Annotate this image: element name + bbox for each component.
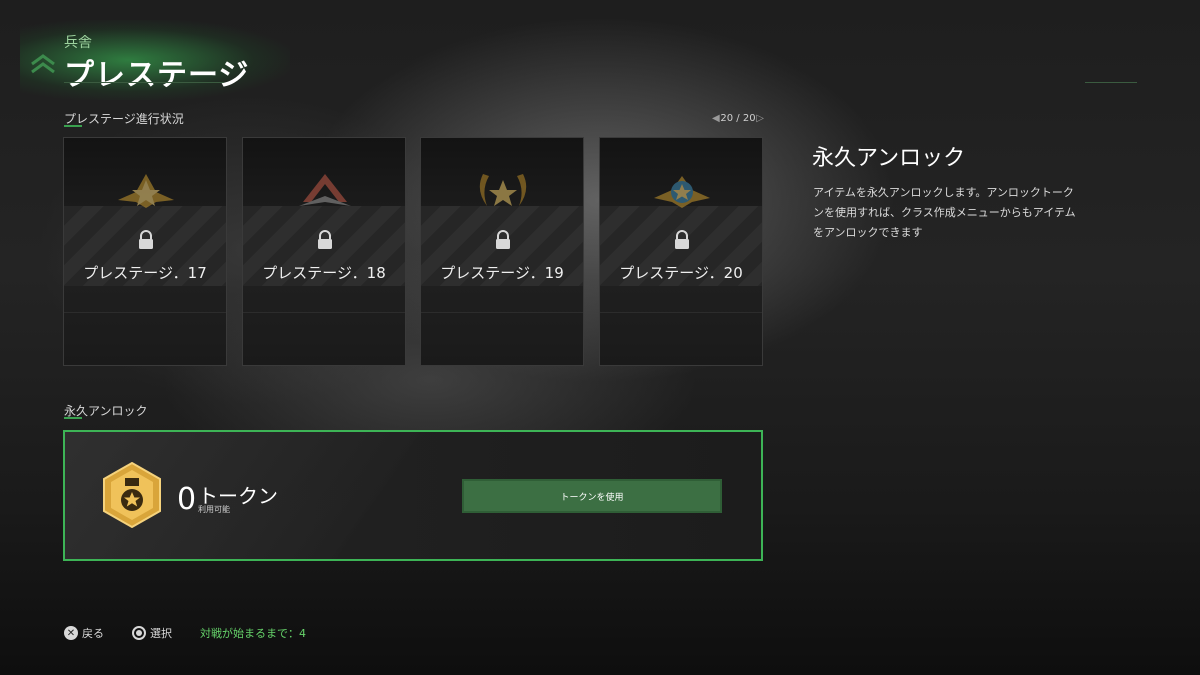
back-control[interactable]: ✕ 戻る [64, 625, 104, 641]
footer-controls: ✕ 戻る 選択 対戦が始まるまで：4 [64, 624, 334, 642]
red-chevron-emblem-icon [299, 174, 351, 206]
match-status: 対戦が始まるまで：4 [200, 627, 306, 640]
token-available-label: 利用可能 [198, 505, 230, 514]
cross-button-icon: ✕ [64, 626, 78, 640]
detail-title: 永久アンロック [812, 146, 966, 171]
chevron-right-icon[interactable]: ▷ [756, 113, 764, 124]
header-divider-right [1085, 82, 1137, 83]
back-label: 戻る [82, 627, 104, 640]
prestige-card-label: プレステージ．18 [262, 264, 386, 282]
lock-icon [318, 230, 332, 249]
prestige-card-17[interactable]: プレステージ．17 [63, 137, 227, 366]
prestige-card-20[interactable]: プレステージ．20 [599, 137, 763, 366]
token-count: 0 [177, 482, 197, 517]
circle-button-icon [132, 626, 146, 640]
prestige-card-label: プレステージ．17 [83, 264, 207, 282]
breadcrumb: 兵舎 [64, 35, 92, 51]
pager-count: 20 / 20 [720, 112, 756, 124]
token-panel[interactable]: 0 トークン 利用可能 トークンを使用 [63, 430, 763, 561]
prestige-cards: プレステージ．17 プレステージ．18 プレステージ．19 プレステージ．20 [63, 137, 763, 366]
prestige-card-label: プレステージ．19 [440, 264, 564, 282]
prestige-card-19[interactable]: プレステージ．19 [420, 137, 584, 366]
prestige-card-18[interactable]: プレステージ．18 [242, 137, 406, 366]
lock-icon [496, 230, 510, 249]
prestige-card-label: プレステージ．20 [619, 264, 743, 282]
chevron-left-icon[interactable]: ◀ [712, 113, 720, 124]
lock-icon [675, 230, 689, 249]
section-underline [64, 417, 82, 419]
medal-token-icon [103, 462, 161, 528]
use-token-button[interactable]: トークンを使用 [462, 479, 722, 513]
gold-star-wings-emblem-icon [118, 174, 174, 208]
detail-description: アイテムを永久アンロックします。アンロックトークンを使用すれば、クラス作成メニュ… [813, 186, 1076, 239]
rank-chevron-icon [28, 52, 58, 82]
select-label: 選択 [150, 627, 172, 640]
header-divider [64, 82, 224, 83]
lock-icon [139, 230, 153, 249]
section-underline [64, 125, 82, 127]
page-title: プレステージ [64, 58, 250, 93]
pager[interactable]: ◀ 20 / 20 ▷ [712, 111, 764, 125]
blue-gold-star-emblem-icon [654, 176, 710, 208]
gold-laurel-star-emblem-icon [479, 174, 527, 206]
select-control[interactable]: 選択 [132, 625, 172, 641]
